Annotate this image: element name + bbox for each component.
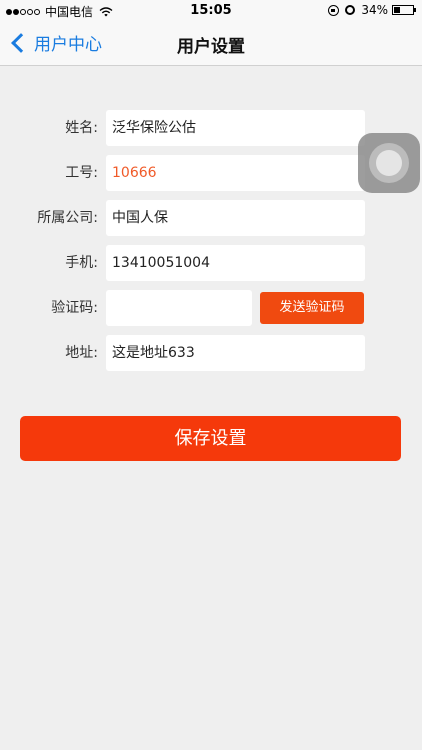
page-title: 用户设置 [177, 37, 245, 57]
alarm-icon [345, 5, 356, 15]
name-field[interactable]: 泛华保险公估 [106, 110, 365, 146]
save-settings-button[interactable]: 保存设置 [20, 416, 401, 461]
phone-row: 手机: 13410051004 [0, 245, 422, 281]
address-field[interactable]: 这是地址633 [106, 335, 365, 371]
assistive-touch-core [376, 150, 402, 176]
company-field[interactable]: 中国人保 [106, 200, 365, 236]
address-label: 地址: [65, 345, 98, 361]
verification-code-label: 验证码: [51, 300, 98, 316]
phone-label: 手机: [65, 255, 98, 271]
employee-id-label: 工号: [65, 165, 98, 181]
assistive-touch-icon[interactable] [358, 133, 420, 193]
verification-code-row: 验证码: 发送验证码 [0, 290, 422, 326]
status-bar: 中国电信 15:05 34% [0, 0, 422, 22]
navigation-bar: 用户中心 用户设置 [0, 22, 422, 66]
battery-icon [392, 5, 416, 15]
send-code-button[interactable]: 发送验证码 [260, 292, 364, 324]
status-right: 34% [328, 3, 416, 17]
assistive-touch-ring [369, 143, 409, 183]
company-row: 所属公司: 中国人保 [0, 200, 422, 236]
phone-field[interactable]: 13410051004 [106, 245, 365, 281]
rotation-lock-icon [328, 4, 340, 16]
verification-code-field[interactable] [106, 290, 252, 326]
address-row: 地址: 这是地址633 [0, 335, 422, 371]
name-label: 姓名: [65, 120, 98, 136]
battery-percent: 34% [361, 3, 388, 17]
company-label: 所属公司: [37, 210, 98, 226]
employee-id-field[interactable]: 10666 [106, 155, 365, 191]
